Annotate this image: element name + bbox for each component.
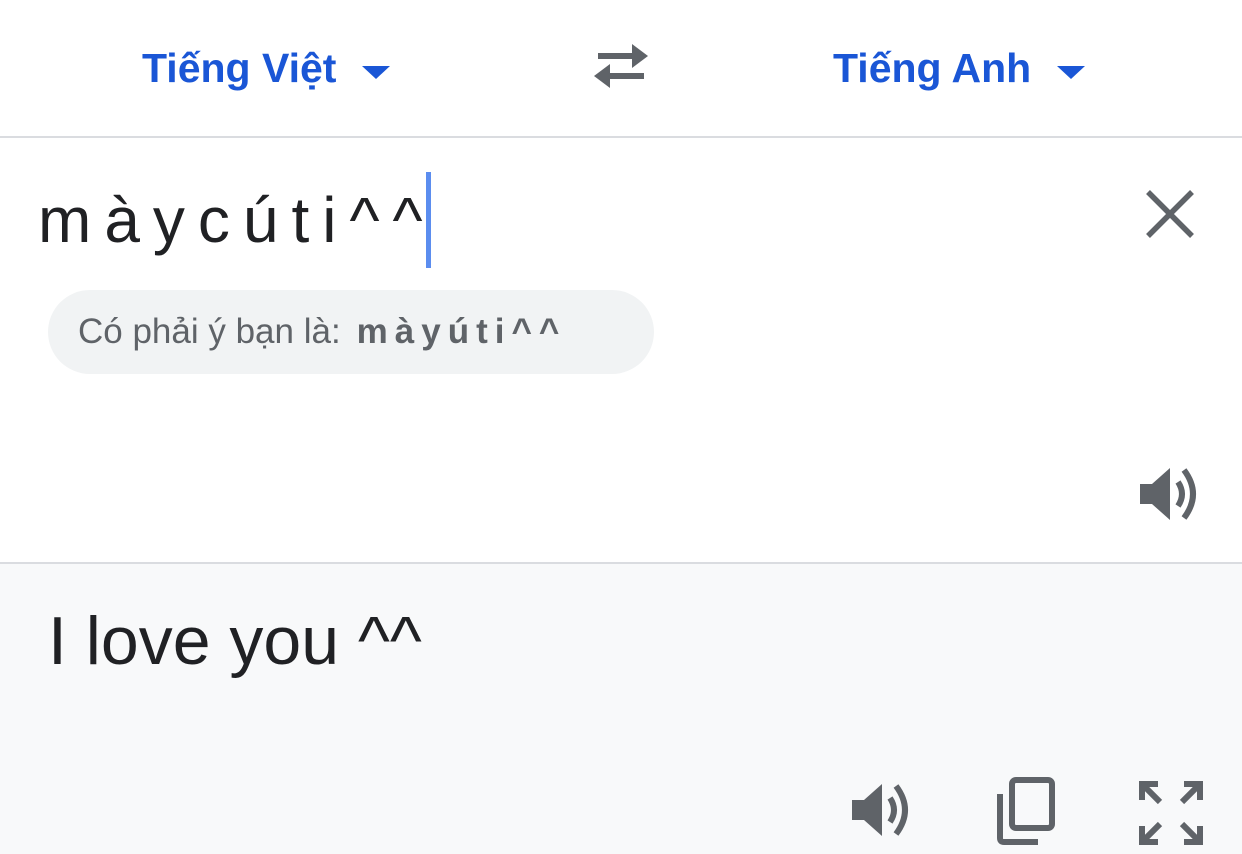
fullscreen-button[interactable] bbox=[1138, 780, 1204, 846]
did-you-mean-value: màyúti^^ bbox=[356, 312, 567, 351]
source-language-button[interactable]: Tiếng Việt bbox=[142, 40, 391, 96]
swap-icon bbox=[594, 44, 648, 88]
translate-screen: Tiếng Việt Tiếng Anh màycúti^^ Có phải ý… bbox=[0, 0, 1242, 854]
listen-translation-button[interactable] bbox=[848, 778, 916, 842]
listen-source-button[interactable] bbox=[1136, 462, 1204, 526]
caret-down-icon bbox=[1057, 65, 1086, 79]
did-you-mean-chip[interactable]: Có phải ý bạn là: màyúti^^ bbox=[48, 290, 654, 374]
target-language-button[interactable]: Tiếng Anh bbox=[833, 40, 1086, 96]
source-text-value: màycúti^^ bbox=[38, 184, 436, 256]
close-icon bbox=[1146, 190, 1194, 238]
clear-text-button[interactable] bbox=[1140, 186, 1200, 242]
caret-down-icon bbox=[362, 65, 391, 79]
speaker-icon bbox=[1140, 468, 1196, 520]
fullscreen-icon bbox=[1139, 781, 1203, 845]
swap-languages-button[interactable] bbox=[588, 38, 654, 94]
source-text-input[interactable]: màycúti^^ bbox=[38, 172, 431, 268]
translation-result: I love you ^^ bbox=[48, 603, 422, 679]
copy-translation-button[interactable] bbox=[994, 776, 1058, 846]
result-panel: I love you ^^ bbox=[0, 564, 1242, 854]
copy-icon bbox=[997, 777, 1055, 845]
target-language-label: Tiếng Anh bbox=[833, 44, 1032, 91]
language-bar: Tiếng Việt Tiếng Anh bbox=[0, 0, 1242, 138]
source-panel: màycúti^^ Có phải ý bạn là: màyúti^^ bbox=[0, 138, 1242, 564]
speaker-icon bbox=[852, 784, 908, 836]
did-you-mean-label: Có phải ý bạn là: bbox=[78, 312, 341, 351]
text-cursor bbox=[425, 172, 431, 268]
source-language-label: Tiếng Việt bbox=[142, 44, 337, 91]
